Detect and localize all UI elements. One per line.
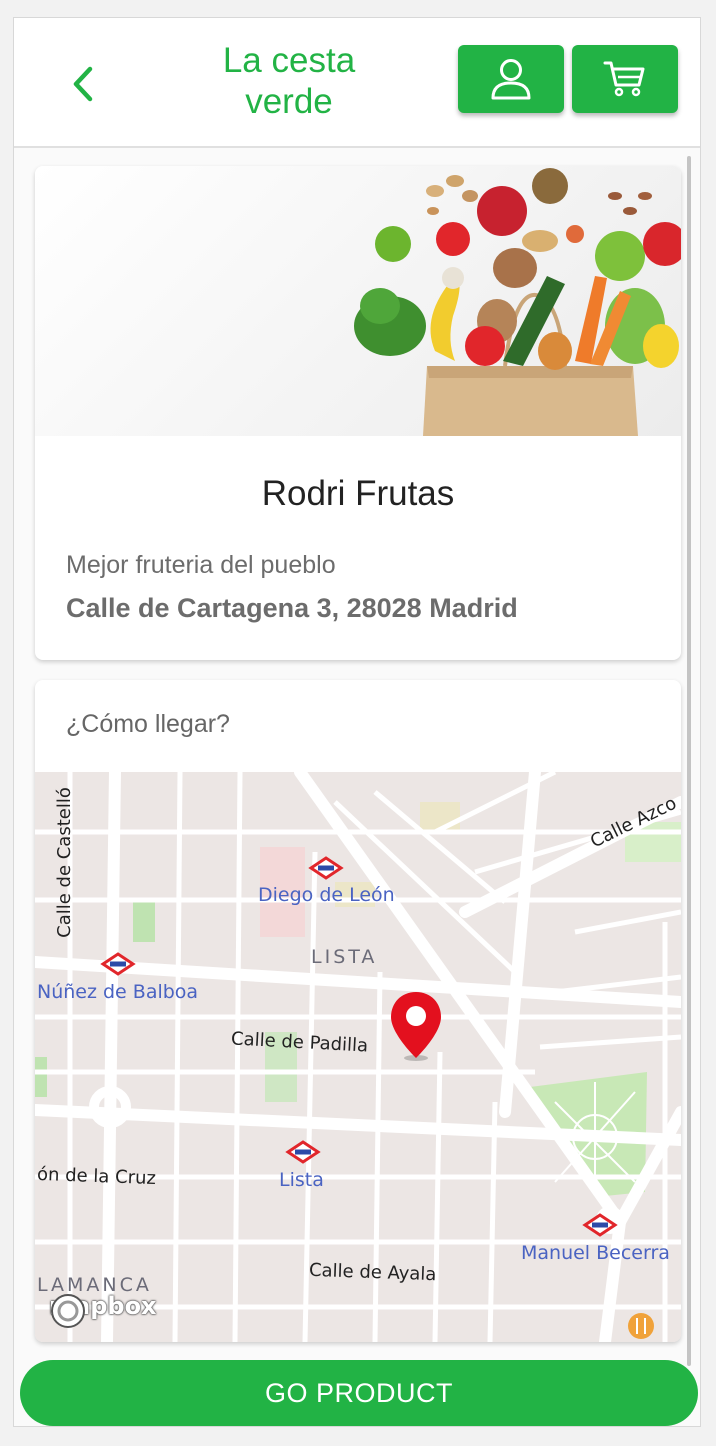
map-label-lista-area: LISTA [311, 946, 378, 968]
shop-name: Rodri Frutas [261, 474, 455, 513]
map-label-cruz: ón de la Cruz [36, 1163, 157, 1190]
map-pin-icon [391, 992, 441, 1061]
map-card: ¿Cómo llegar? Calle de Castelló Calle Az… [35, 680, 681, 1342]
mapbox-logo[interactable]: mapbox [49, 1292, 157, 1328]
scrollbar[interactable] [687, 156, 691, 1366]
map-label-lista-metro: Lista [279, 1169, 324, 1191]
chevron-left-icon [73, 66, 93, 102]
map-label-calle-ayala: Calle de Ayala [308, 1259, 437, 1286]
shop-card: Rodri Frutas Mejor fruteria del pueblo C… [35, 166, 681, 660]
profile-button[interactable] [458, 45, 564, 113]
map-label-nunez-de-balboa: Núñez de Balboa [37, 981, 199, 1003]
cart-icon [603, 61, 645, 97]
map-view[interactable]: Calle de Castelló Calle Azco Diego de Le… [35, 772, 681, 1342]
app-header: La cesta verde [14, 18, 700, 148]
map-label-calle-castello: Calle de Castelló [53, 787, 75, 938]
back-button[interactable] [58, 54, 108, 114]
shop-description: Mejor fruteria del pueblo [66, 551, 336, 579]
app-title: La cesta verde [222, 41, 356, 121]
shop-image [35, 166, 681, 436]
map-label-manuel-becerra: Manuel Becerra [521, 1242, 670, 1264]
directions-heading: ¿Cómo llegar? [66, 710, 230, 738]
shop-address: Calle de Cartagena 3, 28028 Madrid [66, 593, 518, 623]
user-icon [491, 59, 531, 100]
app-screen: La cesta verde Rodri Frutas Mejor fruter… [13, 17, 701, 1427]
mapbox-icon [51, 1294, 85, 1328]
grocery-bag-illustration [354, 168, 681, 436]
map-label-diego-de-leon: Diego de León [258, 884, 395, 906]
cart-button[interactable] [572, 45, 678, 113]
go-product-button[interactable]: GO PRODUCT [20, 1360, 698, 1426]
